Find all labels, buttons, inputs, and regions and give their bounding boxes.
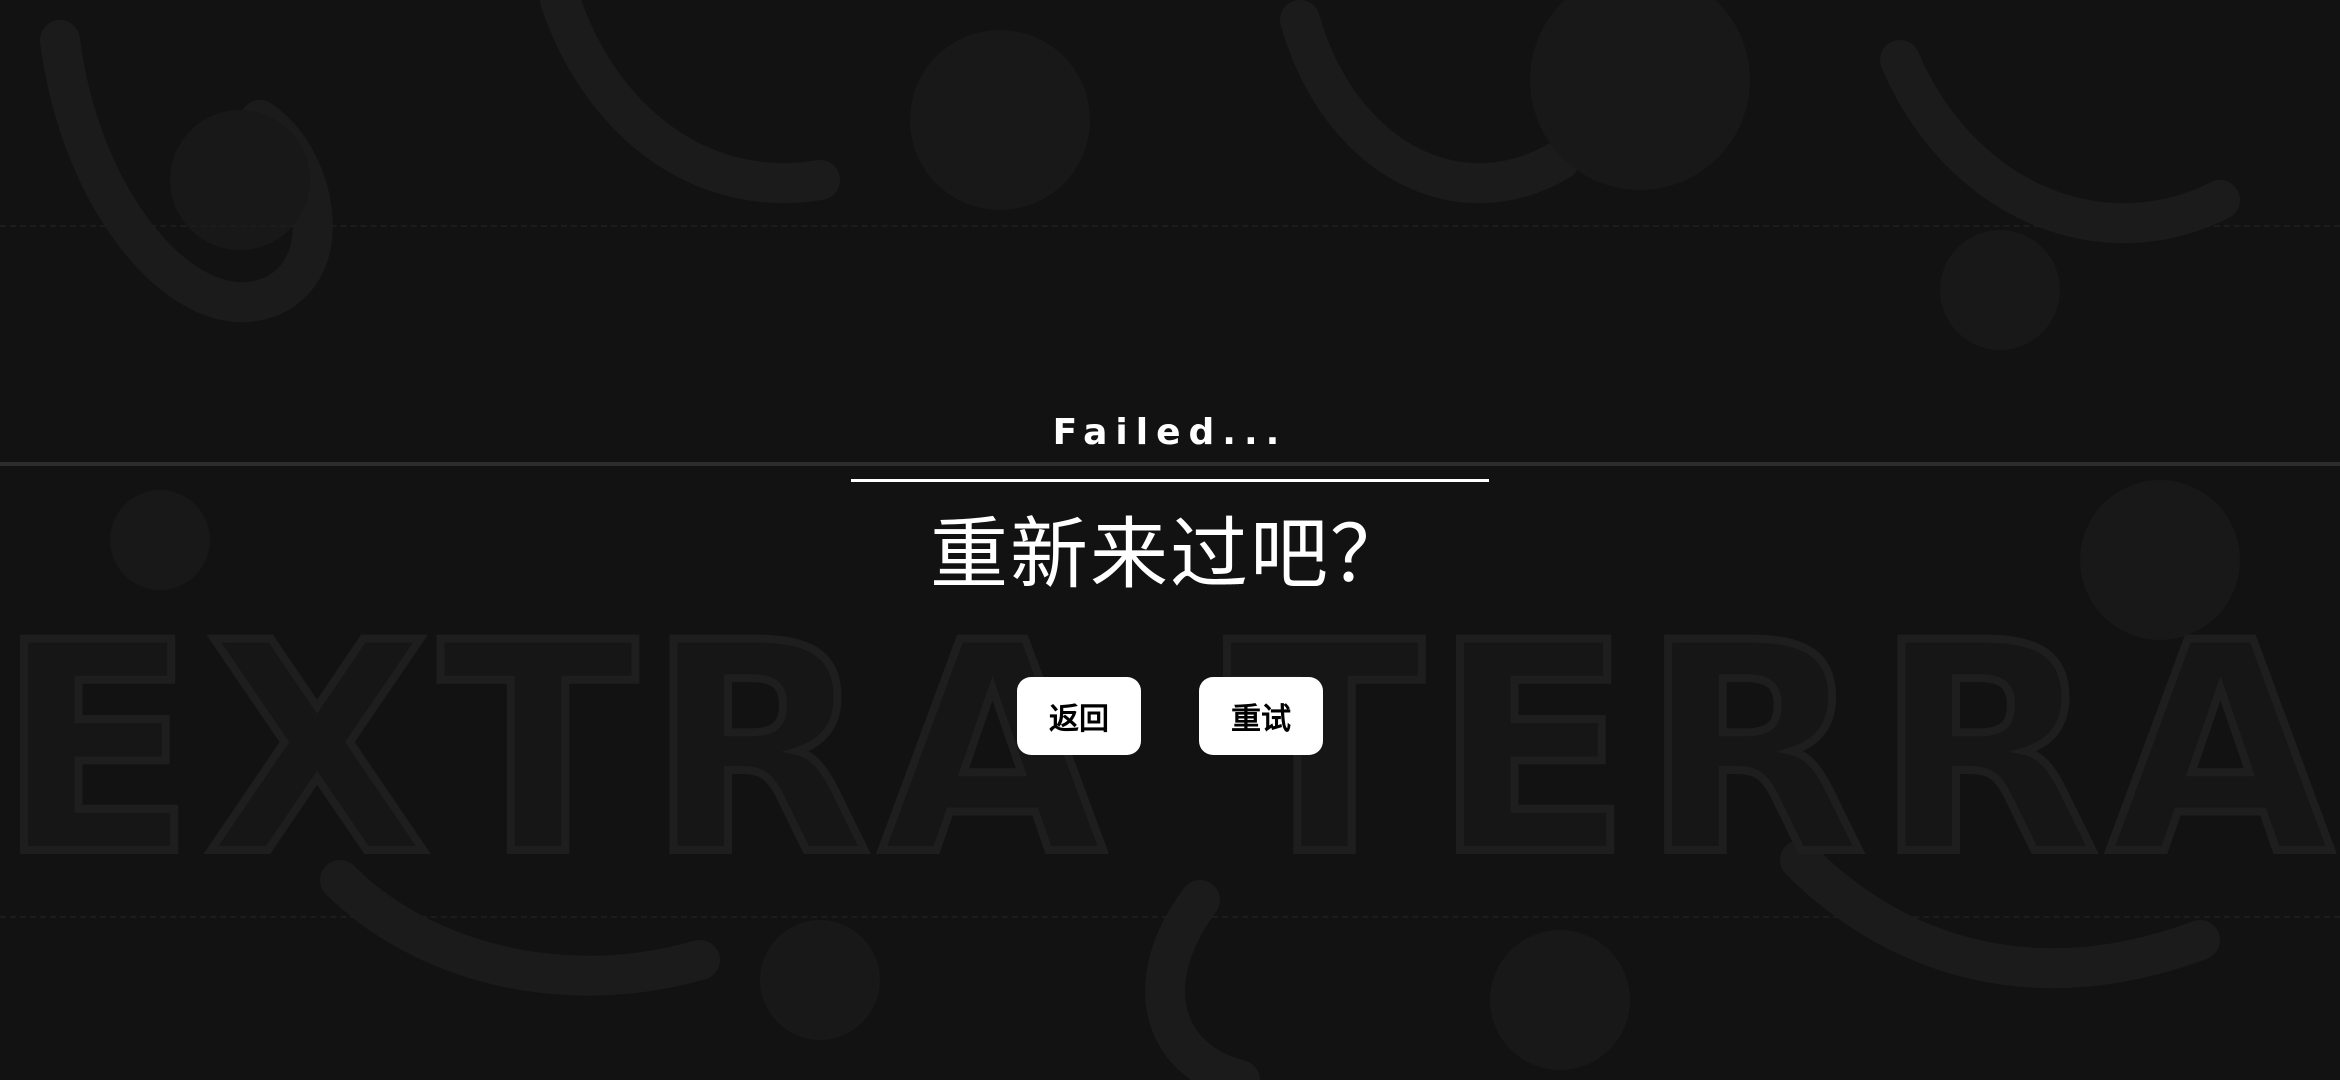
title-underline (851, 479, 1489, 482)
back-button-label: 返回 (1049, 702, 1109, 737)
retry-prompt: 重新来过吧？ (929, 510, 1410, 600)
retry-button-label: 重试 (1231, 702, 1291, 737)
background-logo: EXTRA TERRA (0, 582, 2340, 919)
game-over-screen: EXTRA TERRA Failed... 重新来过吧？ 返回 重试 (0, 0, 2340, 1080)
background-dashed-line (0, 225, 2340, 227)
horizontal-divider (0, 462, 2340, 466)
background-dashed-line (0, 916, 2340, 918)
failed-title: Failed... (1052, 412, 1288, 453)
back-button[interactable]: 返回 (1017, 677, 1141, 755)
retry-button[interactable]: 重试 (1199, 677, 1323, 755)
